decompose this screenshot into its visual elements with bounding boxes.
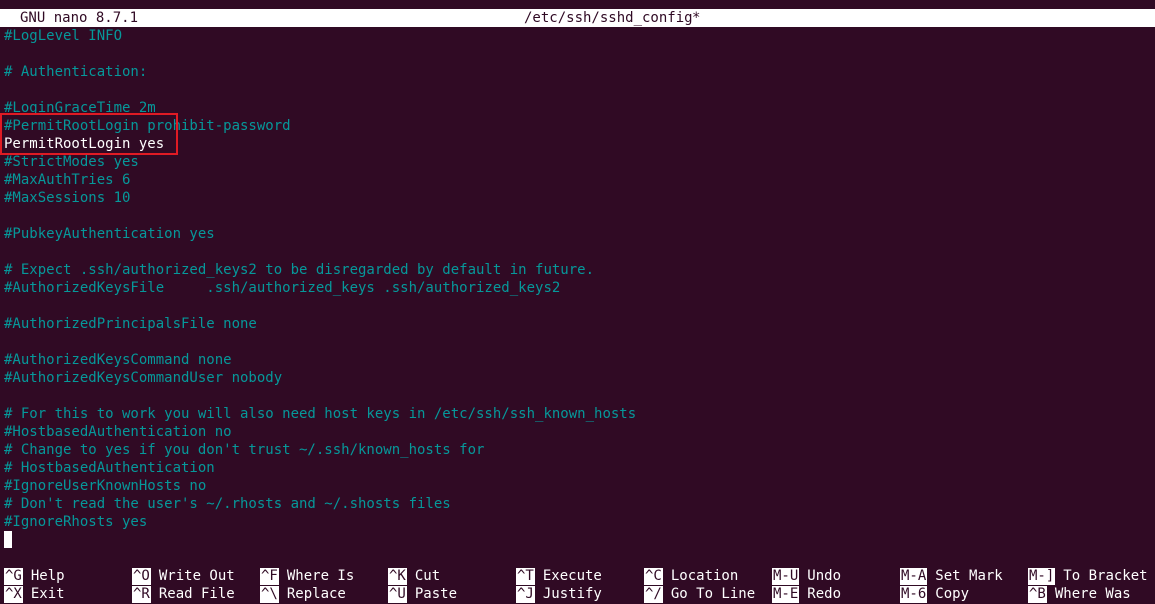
editor-line[interactable]: #StrictModes yes: [4, 153, 1154, 171]
shortcut-where-is[interactable]: ^F Where Is: [260, 567, 354, 585]
shortcut-key: ^T: [516, 567, 535, 585]
shortcut-replace[interactable]: ^\ Replace: [260, 585, 346, 603]
editor-line[interactable]: # Expect .ssh/authorized_keys2 to be dis…: [4, 261, 1154, 279]
shortcut-label: Justify: [542, 586, 602, 602]
shortcut-label: To Bracket: [1063, 568, 1148, 584]
text-cursor: [4, 531, 12, 548]
editor-line[interactable]: #PubkeyAuthentication yes: [4, 225, 1154, 243]
shortcut-key: ^O: [132, 567, 151, 585]
shortcut-where-was[interactable]: ^B Where Was: [1028, 585, 1131, 603]
title-bar: GNU nano 8.7.1 /etc/ssh/sshd_config *: [0, 9, 1155, 27]
editor-line[interactable]: # Authentication:: [4, 63, 1154, 81]
editor-line[interactable]: [4, 207, 1154, 225]
shortcut-key: ^C: [644, 567, 663, 585]
shortcut-label: Where Was: [1054, 586, 1131, 602]
shortcut-key: ^R: [132, 585, 151, 603]
shortcut-execute[interactable]: ^T Execute: [516, 567, 602, 585]
shortcut-copy[interactable]: M-6 Copy: [900, 585, 969, 603]
shortcut-key: M-6: [900, 585, 928, 603]
editor-line[interactable]: #IgnoreRhosts yes: [4, 513, 1154, 531]
shortcut-label: Cut: [414, 568, 441, 584]
shortcut-set-mark[interactable]: M-A Set Mark: [900, 567, 1003, 585]
shortcut-label: Write Out: [158, 568, 235, 584]
shortcut-location[interactable]: ^C Location: [644, 567, 738, 585]
shortcut-key: ^B: [1028, 585, 1047, 603]
editor-line-permitrootlogin-comment[interactable]: #PermitRootLogin prohibit-password: [4, 117, 1154, 135]
shortcut-key: ^U: [388, 585, 407, 603]
shortcut-key: ^K: [388, 567, 407, 585]
editor-line[interactable]: [4, 297, 1154, 315]
shortcut-label: Execute: [542, 568, 602, 584]
editor-line-permitrootlogin[interactable]: PermitRootLogin yes: [4, 135, 1154, 153]
shortcut-key: M-U: [772, 567, 800, 585]
editor-line[interactable]: # HostbasedAuthentication: [4, 459, 1154, 477]
shortcut-label: Where Is: [286, 568, 355, 584]
shortcut-label: Location: [670, 568, 739, 584]
editor-line[interactable]: [4, 333, 1154, 351]
editor-line[interactable]: #LoginGraceTime 2m: [4, 99, 1154, 117]
editor-line[interactable]: #IgnoreUserKnownHosts no: [4, 477, 1154, 495]
editor-line[interactable]: #MaxAuthTries 6: [4, 171, 1154, 189]
shortcut-label: Help: [30, 568, 65, 584]
shortcut-go-to-line[interactable]: ^/ Go To Line: [644, 585, 755, 603]
shortcut-label: Replace: [286, 586, 346, 602]
shortcut-key: ^/: [644, 585, 663, 603]
shortcut-key: M-E: [772, 585, 800, 603]
editor-area[interactable]: #LogLevel INFO # Authentication: #LoginG…: [4, 27, 1154, 531]
editor-line[interactable]: # Change to yes if you don't trust ~/.ss…: [4, 441, 1154, 459]
shortcut-key: M-A: [900, 567, 928, 585]
editor-line[interactable]: #AuthorizedPrincipalsFile none: [4, 315, 1154, 333]
editor-line[interactable]: [4, 387, 1154, 405]
editor-line[interactable]: #AuthorizedKeysCommandUser nobody: [4, 369, 1154, 387]
editor-line[interactable]: #AuthorizedKeysFile .ssh/authorized_keys…: [4, 279, 1154, 297]
editor-line[interactable]: # For this to work you will also need ho…: [4, 405, 1154, 423]
shortcut-exit[interactable]: ^X Exit: [4, 585, 65, 603]
shortcut-label: Copy: [935, 586, 970, 602]
modified-indicator: *: [692, 10, 701, 26]
shortcut-label: Go To Line: [670, 586, 756, 602]
editor-line[interactable]: #HostbasedAuthentication no: [4, 423, 1154, 441]
shortcut-read-file[interactable]: ^R Read File: [132, 585, 235, 603]
shortcut-key: ^X: [4, 585, 23, 603]
shortcut-key: M-]: [1028, 567, 1056, 585]
editor-line[interactable]: [4, 45, 1154, 63]
shortcut-label: Exit: [30, 586, 65, 602]
editor-line[interactable]: [4, 81, 1154, 99]
shortcut-key: ^J: [516, 585, 535, 603]
shortcut-label: Set Mark: [935, 568, 1003, 584]
shortcut-justify[interactable]: ^J Justify: [516, 585, 602, 603]
editor-line[interactable]: #AuthorizedKeysCommand none: [4, 351, 1154, 369]
shortcut-label: Undo: [807, 568, 842, 584]
shortcut-paste[interactable]: ^U Paste: [388, 585, 457, 603]
shortcut-write-out[interactable]: ^O Write Out: [132, 567, 235, 585]
shortcut-label: Paste: [414, 586, 458, 602]
app-name: GNU nano 8.7.1: [20, 10, 139, 26]
shortcut-help[interactable]: ^G Help: [4, 567, 65, 585]
editor-line[interactable]: #MaxSessions 10: [4, 189, 1154, 207]
editor-line[interactable]: [4, 243, 1154, 261]
shortcut-cut[interactable]: ^K Cut: [388, 567, 440, 585]
shortcut-key: ^\: [260, 585, 279, 603]
shortcut-bar: ^G Help ^O Write Out ^F Where Is ^K Cut …: [4, 567, 1154, 603]
shortcut-label: Redo: [807, 586, 842, 602]
shortcut-undo[interactable]: M-U Undo: [772, 567, 841, 585]
editor-line[interactable]: # Don't read the user's ~/.rhosts and ~/…: [4, 495, 1154, 513]
shortcut-key: ^F: [260, 567, 279, 585]
shortcut-key: ^G: [4, 567, 23, 585]
shortcut-redo[interactable]: M-E Redo: [772, 585, 841, 603]
file-path: /etc/ssh/sshd_config: [524, 10, 693, 26]
shortcut-label: Read File: [158, 586, 235, 602]
editor-line[interactable]: #LogLevel INFO: [4, 27, 1154, 45]
shortcut-to-bracket[interactable]: M-] To Bracket: [1028, 567, 1148, 585]
